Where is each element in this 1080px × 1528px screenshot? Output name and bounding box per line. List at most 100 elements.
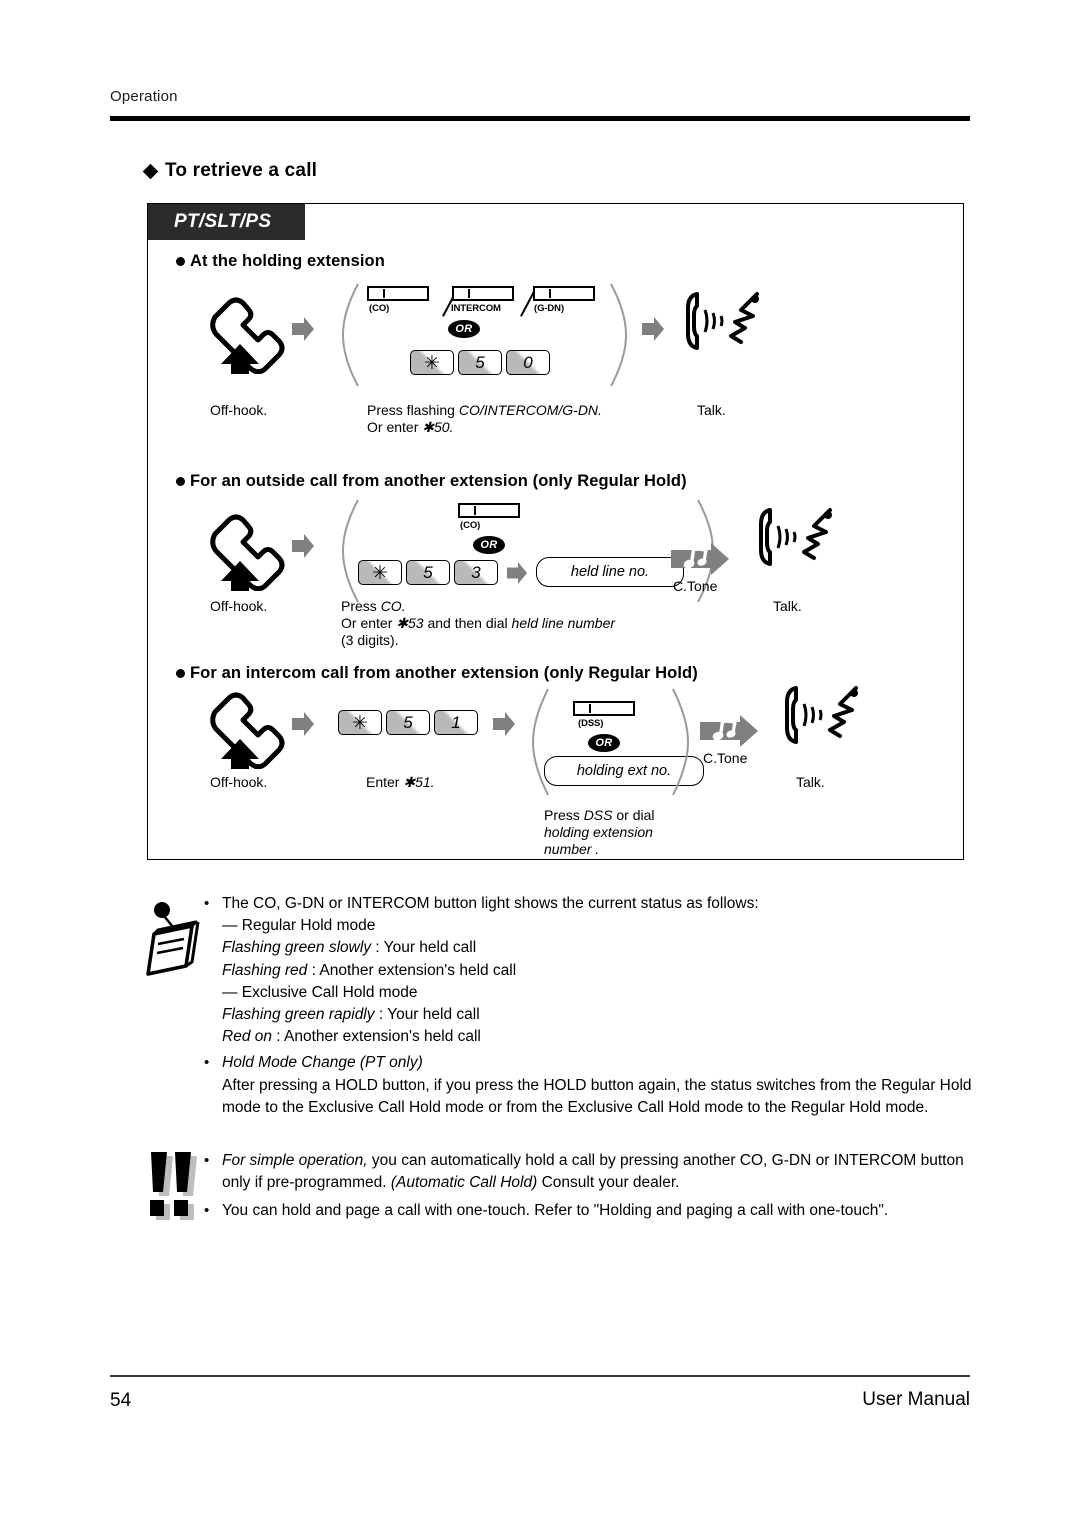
- or-badge: OR: [588, 734, 620, 752]
- device-type-badge: PT/SLT/PS: [148, 204, 305, 240]
- breadcrumb: Operation: [110, 88, 178, 105]
- tip-emphasis: For simple operation,: [222, 1152, 368, 1169]
- flow-arrow-icon: [493, 712, 515, 741]
- tips-list: • For simple operation, you can automati…: [200, 1150, 975, 1223]
- bullet: •: [204, 895, 210, 912]
- footer-divider: [110, 1375, 970, 1377]
- key-asterisk-label: ✳: [424, 353, 440, 374]
- document-title: User Manual: [862, 1389, 970, 1410]
- flow-arrow-icon: [506, 562, 528, 589]
- g-dn-button-label: (G-DN): [534, 303, 565, 314]
- ctone-label: C.Tone: [673, 578, 718, 594]
- caption-press-dss-line3: number .: [544, 841, 600, 857]
- bullet: •: [204, 1152, 210, 1169]
- dss-button-label: (DSS): [578, 718, 604, 729]
- round-bullet-icon: [176, 669, 185, 678]
- round-bullet-icon: [176, 257, 185, 266]
- talk-icon: [782, 684, 862, 751]
- caption-talk: Talk.: [773, 598, 802, 614]
- talk-icon: [756, 506, 836, 573]
- flow-arrow-icon: [292, 317, 314, 346]
- note-line: Flashing green slowly : Your held call: [222, 939, 477, 957]
- tip-emphasis: (Automatic Call Hold): [390, 1174, 538, 1192]
- key-0[interactable]: 0: [506, 350, 550, 375]
- group-paren-left: [340, 498, 362, 604]
- key-asterisk[interactable]: ✳: [338, 710, 382, 735]
- key-5[interactable]: 5: [386, 710, 430, 735]
- caption-off-hook: Off-hook.: [210, 774, 268, 790]
- double-exclamation-icon: [145, 1152, 207, 1229]
- key-asterisk[interactable]: ✳: [410, 350, 454, 375]
- header-divider: [110, 116, 970, 121]
- off-hook-icon: [203, 509, 289, 600]
- caption-off-hook: Off-hook.: [210, 402, 268, 418]
- caption-enter-51: Enter ✱51.: [366, 774, 435, 790]
- ctone-label: C.Tone: [703, 750, 748, 766]
- caption-press-dss-line1: Press DSS or dial: [544, 807, 655, 823]
- key-3[interactable]: 3: [454, 560, 498, 585]
- caption-or-enter-dial: Or enter ✱53 and then dial held line num…: [341, 615, 616, 631]
- co-button[interactable]: [458, 503, 520, 518]
- subheading-outside-call: For an outside call from another extensi…: [176, 472, 687, 491]
- held-line-no-field[interactable]: held line no.: [536, 557, 684, 587]
- confirmation-tone-icon: [671, 542, 729, 581]
- dss-button[interactable]: [573, 701, 635, 716]
- page-number: 54: [110, 1390, 132, 1411]
- caption-off-hook: Off-hook.: [210, 598, 268, 614]
- group-paren-right: [669, 687, 691, 797]
- page-header: Operation: [110, 88, 970, 121]
- diamond-bullet-icon: [142, 163, 159, 179]
- note-item-hold-mode-change: • Hold Mode Change (PT only) After press…: [200, 1052, 972, 1119]
- g-dn-button[interactable]: [533, 286, 595, 301]
- note-subtitle: Hold Mode Change (PT only): [222, 1054, 423, 1072]
- subheading-text: For an intercom call from another extens…: [190, 664, 698, 682]
- note-line: Flashing green rapidly : Your held call: [222, 1006, 480, 1024]
- key-asterisk[interactable]: ✳: [358, 560, 402, 585]
- flow-arrow-icon: [642, 317, 664, 346]
- tip-item-text: For simple operation, you can automatica…: [222, 1150, 975, 1194]
- note-line: Flashing red : Another extension's held …: [222, 961, 517, 979]
- key-asterisk-label: ✳: [352, 713, 368, 734]
- caption-talk: Talk.: [697, 402, 726, 418]
- tip-item-simple-operation: • For simple operation, you can automati…: [200, 1150, 975, 1194]
- subheading-text: At the holding extension: [190, 252, 385, 270]
- co-button-label: (CO): [460, 520, 481, 531]
- key-asterisk-label: ✳: [372, 563, 388, 584]
- caption-or-enter: Or enter ✱50.: [367, 419, 454, 435]
- page-title-text: To retrieve a call: [165, 160, 318, 181]
- caption-press-dss-line2: holding extension: [544, 824, 653, 840]
- key-5[interactable]: 5: [458, 350, 502, 375]
- key-5[interactable]: 5: [406, 560, 450, 585]
- notes-list: • The CO, G-DN or INTERCOM button light …: [200, 893, 972, 1119]
- intercom-button-label: INTERCOM: [451, 303, 501, 314]
- caption-press-flashing: Press flashing CO/INTERCOM/G-DN.: [367, 402, 602, 418]
- caption-digits: (3 digits).: [341, 632, 399, 648]
- group-paren-right: [607, 282, 629, 388]
- tip-item-text: You can hold and page a call with one-to…: [222, 1202, 889, 1220]
- bullet: •: [204, 1054, 210, 1072]
- key-1[interactable]: 1: [434, 710, 478, 735]
- note-body: After pressing a HOLD button, if you pre…: [222, 1076, 972, 1116]
- off-hook-icon: [203, 687, 289, 778]
- or-badge: OR: [448, 320, 480, 338]
- caption-press-co: Press CO.: [341, 598, 406, 614]
- co-button[interactable]: [367, 286, 429, 301]
- note-line: — Regular Hold mode: [222, 917, 376, 935]
- note-line: — Exclusive Call Hold mode: [222, 983, 418, 1001]
- bullet: •: [204, 1202, 210, 1220]
- subheading-holding-extension: At the holding extension: [176, 252, 385, 271]
- subheading-intercom-call: For an intercom call from another extens…: [176, 664, 698, 683]
- subheading-text: For an outside call from another extensi…: [190, 472, 687, 490]
- note-line: The CO, G-DN or INTERCOM button light sh…: [222, 895, 759, 912]
- caption-talk: Talk.: [796, 774, 825, 790]
- note-item-text: The CO, G-DN or INTERCOM button light sh…: [222, 893, 972, 1048]
- group-paren-left: [340, 282, 362, 388]
- tip-item-one-touch: • You can hold and page a call with one-…: [200, 1200, 975, 1222]
- tip-body-end: Consult your dealer.: [537, 1174, 680, 1192]
- confirmation-tone-icon: [700, 714, 758, 753]
- note-line: Red on : Another extension's held call: [222, 1028, 481, 1046]
- intercom-button[interactable]: [452, 286, 514, 301]
- off-hook-icon: [203, 292, 289, 383]
- talk-icon: [683, 290, 763, 357]
- flow-arrow-icon: [292, 534, 314, 563]
